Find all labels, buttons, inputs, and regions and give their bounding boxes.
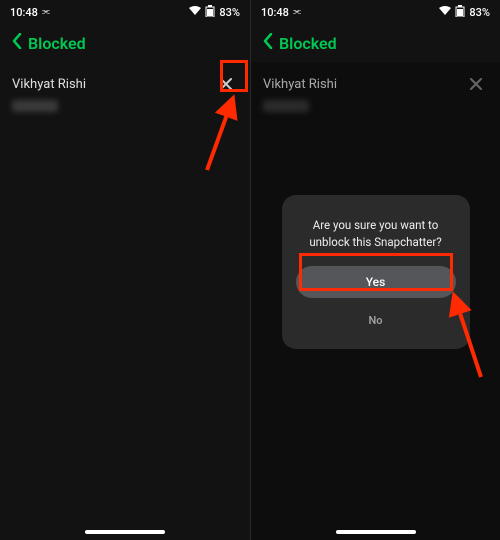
home-indicator[interactable] [85,530,165,534]
screenshot-left: 10:48 ⫘ 83% Blocked Vikhyat Rishi [0,0,250,540]
status-time: 10:48 [10,6,38,19]
status-bar: 10:48 ⫘ 83% [251,0,500,24]
battery-icon [205,5,215,20]
dialog-yes-button[interactable]: Yes [296,266,456,298]
blocked-user-name: Vikhyat Rishi [12,77,86,92]
unblock-x-button[interactable] [214,72,238,96]
battery-icon [455,5,465,20]
redaction-blur [12,100,58,112]
back-chevron-icon[interactable] [12,33,22,54]
home-indicator[interactable] [336,530,416,534]
dialog-no-button[interactable]: No [296,310,456,331]
status-bar: 10:48 ⫘ 83% [0,0,250,24]
nfc-icon: ⫘ [42,7,49,17]
battery-percent: 83% [219,6,240,19]
status-time: 10:48 [261,6,289,19]
wifi-icon [439,6,451,19]
battery-percent: 83% [469,6,490,19]
nav-bar: Blocked [251,24,500,62]
page-title: Blocked [28,34,86,53]
wifi-icon [189,6,201,19]
screenshot-right: 10:48 ⫘ 83% Blocked Vikhyat Rishi Are yo… [250,0,500,540]
back-chevron-icon[interactable] [263,33,273,54]
page-title: Blocked [279,34,337,53]
nav-bar: Blocked [0,24,250,62]
unblock-confirm-dialog: Are you sure you want to unblock this Sn… [282,195,470,349]
dialog-message: Are you sure you want to unblock this Sn… [296,217,456,250]
nfc-icon: ⫘ [293,7,300,17]
